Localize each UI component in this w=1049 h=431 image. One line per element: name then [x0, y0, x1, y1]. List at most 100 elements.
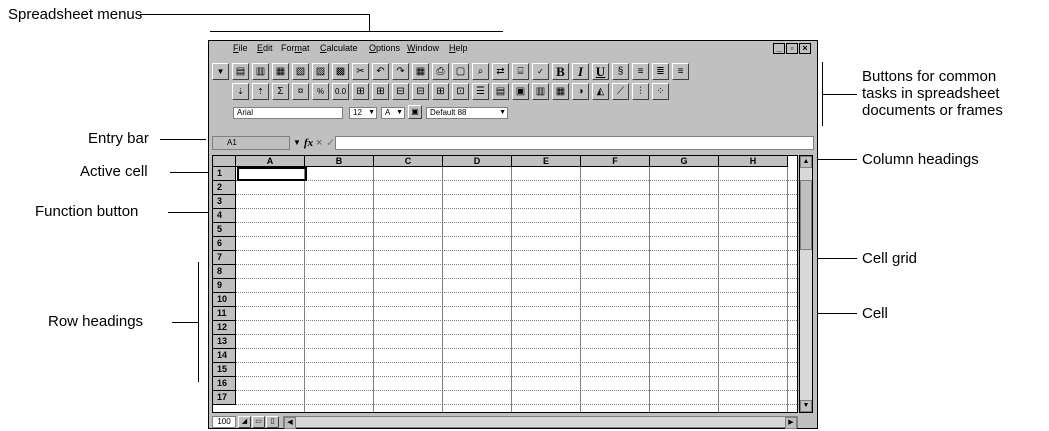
decimal-button[interactable]: 0.0 — [332, 83, 349, 100]
split-view-icon[interactable]: ▯ — [266, 416, 279, 428]
italic-button[interactable]: I — [572, 63, 589, 80]
row-heading[interactable]: 4 — [213, 209, 236, 223]
column-heading[interactable]: F — [581, 156, 650, 167]
menu-calculate[interactable]: Calculate — [320, 43, 358, 53]
color-icon[interactable]: ▣ — [408, 105, 422, 119]
scroll-right-icon[interactable]: ▶ — [785, 417, 797, 429]
cell-grid[interactable]: A B C D E F G H 1 2 3 4 5 6 7 8 9 10 11 12 13 14 15 16 17 — [212, 155, 798, 413]
column-heading[interactable]: B — [305, 156, 374, 167]
cut-icon[interactable]: ✂ — [352, 63, 369, 80]
row-heading[interactable]: 14 — [213, 349, 236, 363]
function-button[interactable]: fx — [304, 136, 313, 150]
restore-button[interactable]: ▫ — [786, 43, 798, 54]
column-heading[interactable]: G — [650, 156, 719, 167]
chart-view-icon[interactable]: ◢ — [238, 416, 251, 428]
line-chart-icon[interactable]: ⟋ — [612, 83, 629, 100]
border-horizontal-icon[interactable]: ⊟ — [412, 83, 429, 100]
number-format-select[interactable]: Default 88 ▼ — [426, 107, 508, 119]
entry-field[interactable] — [335, 136, 814, 150]
row-heading[interactable]: 12 — [213, 321, 236, 335]
sheet-view-icon[interactable]: ▭ — [252, 416, 265, 428]
scroll-left-icon[interactable]: ◀ — [284, 417, 296, 429]
document-icon[interactable]: ▧ — [292, 63, 309, 80]
menu-file[interactable]: File — [233, 43, 248, 53]
undo-icon[interactable]: ↶ — [372, 63, 389, 80]
row-heading[interactable]: 16 — [213, 377, 236, 391]
toolbar-dropdown-icon[interactable]: ▼ — [212, 63, 229, 80]
menu-window[interactable]: Window — [407, 43, 439, 53]
row-heading[interactable]: 6 — [213, 237, 236, 251]
menu-options[interactable]: Options — [369, 43, 400, 53]
font-size-select[interactable]: 12 ▼ — [349, 107, 377, 119]
border-vertical-icon[interactable]: ⊞ — [432, 83, 449, 100]
sort-ascending-icon[interactable]: ⇣ — [232, 83, 249, 100]
close-button[interactable]: × — [799, 43, 811, 54]
currency-icon[interactable]: ¤ — [292, 83, 309, 100]
find-icon[interactable]: ⌕ — [472, 63, 489, 80]
row-heading[interactable]: 9 — [213, 279, 236, 293]
row-heading[interactable]: 13 — [213, 335, 236, 349]
menu-edit[interactable]: Edit — [257, 43, 273, 53]
column-chart-icon[interactable]: ▦ — [552, 83, 569, 100]
column-heading[interactable]: H — [719, 156, 788, 167]
horizontal-scrollbar[interactable]: ◀ ▶ — [283, 416, 798, 429]
vertical-scrollbar[interactable]: ▲ ▼ — [799, 155, 813, 413]
row-heading[interactable]: 11 — [213, 307, 236, 321]
scroll-up-icon[interactable]: ▲ — [800, 156, 812, 168]
page-icon[interactable]: ▢ — [452, 63, 469, 80]
percent-button[interactable]: % — [312, 83, 329, 100]
font-select[interactable]: Arial — [233, 107, 343, 119]
row-heading[interactable]: 5 — [213, 223, 236, 237]
column-heading[interactable]: E — [512, 156, 581, 167]
column-heading[interactable]: A — [236, 156, 305, 167]
sum-button[interactable]: Σ — [272, 83, 289, 100]
row-heading[interactable]: 17 — [213, 391, 236, 405]
row-heading[interactable]: 10 — [213, 293, 236, 307]
format-icon[interactable]: ⌸ — [512, 63, 529, 80]
grid-icon[interactable]: ▦ — [412, 63, 429, 80]
menu-help[interactable]: Help — [449, 43, 468, 53]
row-heading[interactable]: 3 — [213, 195, 236, 209]
pie-chart-icon[interactable]: ◑ — [572, 83, 589, 100]
minimize-button[interactable]: _ — [773, 43, 785, 54]
row-heading[interactable]: 1 — [213, 167, 236, 181]
align-right-icon[interactable]: ≡ — [672, 63, 689, 80]
underline-button[interactable]: U — [592, 63, 609, 80]
text-style-select[interactable]: A ▼ — [381, 107, 405, 119]
copy-icon[interactable]: ▨ — [312, 63, 329, 80]
cell-ref-dropdown-icon[interactable]: ▼ — [293, 136, 301, 150]
scroll-down-icon[interactable]: ▼ — [800, 400, 812, 412]
row-heading[interactable]: 7 — [213, 251, 236, 265]
replace-icon[interactable]: ⇄ — [492, 63, 509, 80]
scatter-chart-icon[interactable]: ⁘ — [652, 83, 669, 100]
align-center-icon[interactable]: ≣ — [652, 63, 669, 80]
table-icon[interactable]: ▤ — [492, 83, 509, 100]
area-chart-icon[interactable]: ◭ — [592, 83, 609, 100]
hilo-chart-icon[interactable]: ⫶ — [632, 83, 649, 100]
save-doc-icon[interactable]: ▦ — [272, 63, 289, 80]
redo-icon[interactable]: ↷ — [392, 63, 409, 80]
paste-icon[interactable]: ▩ — [332, 63, 349, 80]
print-icon[interactable]: ⎙ — [432, 63, 449, 80]
row-heading[interactable]: 15 — [213, 363, 236, 377]
accept-entry-icon[interactable]: ✓ — [326, 136, 335, 150]
style-icon[interactable]: § — [612, 63, 629, 80]
border-outer-icon[interactable]: ⊡ — [452, 83, 469, 100]
column-heading[interactable]: D — [443, 156, 512, 167]
frame-icon[interactable]: ▣ — [512, 83, 529, 100]
active-cell[interactable] — [237, 167, 307, 181]
align-left-icon[interactable]: ≡ — [632, 63, 649, 80]
cell-reference-box[interactable]: A1 — [212, 136, 290, 150]
column-heading[interactable]: C — [374, 156, 443, 167]
bold-button[interactable]: B — [552, 63, 569, 80]
scroll-thumb[interactable] — [800, 180, 812, 250]
zoom-level[interactable]: 100 — [212, 416, 236, 428]
list-icon[interactable]: ☰ — [472, 83, 489, 100]
row-heading[interactable]: 2 — [213, 181, 236, 195]
cancel-entry-icon[interactable]: × — [316, 136, 322, 150]
new-doc-icon[interactable]: ▤ — [232, 63, 249, 80]
insert-icon[interactable]: ⊞ — [352, 83, 369, 100]
bar-chart-icon[interactable]: ▥ — [532, 83, 549, 100]
border-all-icon[interactable]: ⊞ — [372, 83, 389, 100]
row-heading[interactable]: 8 — [213, 265, 236, 279]
